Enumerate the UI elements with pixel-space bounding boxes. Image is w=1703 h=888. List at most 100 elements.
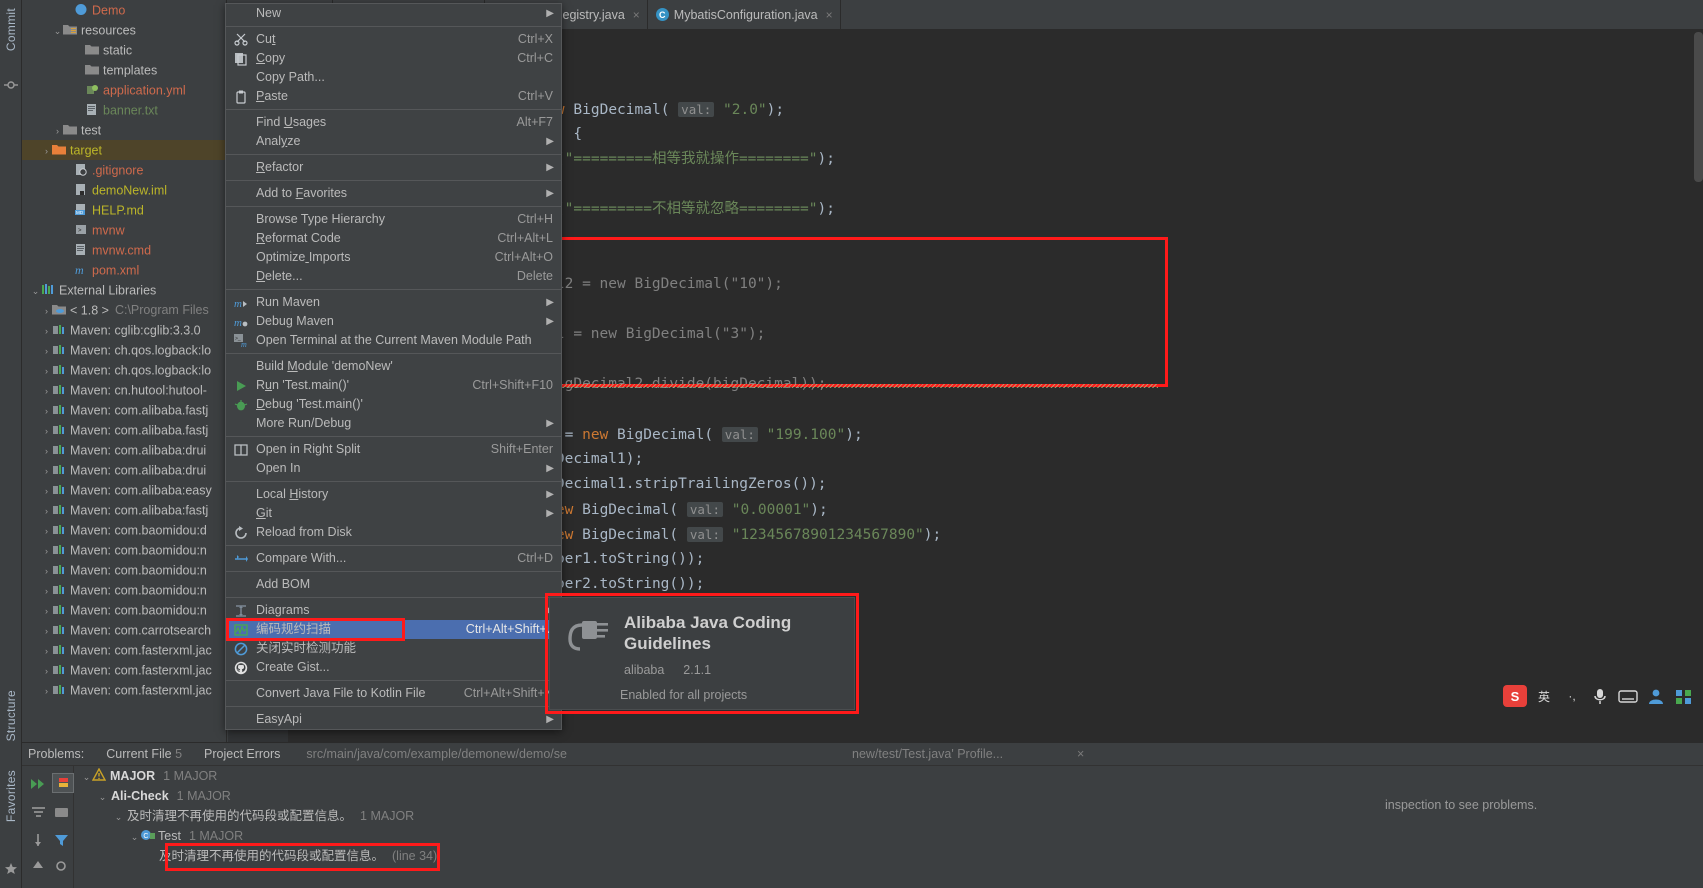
tree-item[interactable]: › Maven: com.alibaba.fastj xyxy=(22,400,226,420)
menu-item[interactable]: Reformat Code Ctrl+Alt+L xyxy=(226,229,561,248)
menu-item[interactable]: Run 'Test.main()' Ctrl+Shift+F10 xyxy=(226,376,561,395)
menu-item[interactable]: EasyApi ▶ xyxy=(226,710,561,729)
tree-expand-arrow[interactable]: › xyxy=(41,381,52,400)
tree-expand-arrow[interactable]: ⌄ xyxy=(30,281,41,300)
tree-item[interactable]: › Maven: com.fasterxml.jac xyxy=(22,680,226,700)
tree-item[interactable]: › Maven: com.baomidou:n xyxy=(22,540,226,560)
problem-expand-arrow[interactable]: ⌄ xyxy=(113,807,124,827)
menu-item[interactable]: Diagrams▶ xyxy=(226,601,561,620)
menu-item[interactable]: Add to Favorites ▶ xyxy=(226,184,561,203)
tree-expand-arrow[interactable]: › xyxy=(41,521,52,540)
menu-item[interactable]: Build Module 'demoNew' xyxy=(226,357,561,376)
tree-item[interactable]: › Maven: ch.qos.logback:lo xyxy=(22,360,226,380)
tree-item[interactable]: ⌄ External Libraries xyxy=(22,280,226,300)
tree-expand-arrow[interactable]: › xyxy=(41,541,52,560)
menu-item[interactable]: Reload from Disk xyxy=(226,523,561,542)
tree-item[interactable]: › Maven: com.baomidou:n xyxy=(22,560,226,580)
tree-item[interactable]: › Maven: com.baomidou:n xyxy=(22,600,226,620)
rail-commit-label[interactable]: Commit xyxy=(4,8,18,51)
problem-expand-arrow[interactable]: ⌄ xyxy=(97,787,108,807)
prev-problem-icon[interactable] xyxy=(30,858,47,875)
tree-item[interactable]: templates xyxy=(22,60,226,80)
tab-project-errors[interactable]: Project Errors xyxy=(204,743,280,766)
project-tool-window[interactable]: Demo ⌄ resources static templates application… xyxy=(22,0,227,742)
problem-expand-arrow[interactable]: ⌄ xyxy=(129,827,140,847)
tree-expand-arrow[interactable]: › xyxy=(41,421,52,440)
tree-item[interactable]: › Maven: com.alibaba:drui xyxy=(22,460,226,480)
menu-item[interactable]: Browse Type Hierarchy Ctrl+H xyxy=(226,210,561,229)
tree-item[interactable]: demoNew.iml xyxy=(22,180,226,200)
tree-item[interactable]: application.yml xyxy=(22,80,226,100)
collapse-all-icon[interactable] xyxy=(30,804,47,821)
file-context-menu[interactable]: New ▶ Cut Ctrl+X Copy Ctrl+C Copy Path... Paste… xyxy=(225,3,562,730)
tree-expand-arrow[interactable]: › xyxy=(41,461,52,480)
menu-item[interactable]: Paste Ctrl+V xyxy=(226,87,561,106)
tree-item[interactable]: > mvnw xyxy=(22,220,226,240)
menu-item[interactable]: Copy Ctrl+C xyxy=(226,49,561,68)
apps-icon[interactable] xyxy=(1673,686,1695,706)
group-by-folder-icon[interactable] xyxy=(53,804,70,821)
tree-expand-arrow[interactable]: › xyxy=(41,581,52,600)
ime-toolbar[interactable]: S 英 ·, xyxy=(1503,685,1695,707)
ime-punctuation-button[interactable]: ·, xyxy=(1561,686,1583,706)
menu-item[interactable]: Copy Path... xyxy=(226,68,561,87)
problems-toolbar[interactable] xyxy=(22,766,74,888)
tree-expand-arrow[interactable]: › xyxy=(41,401,52,420)
tree-item[interactable]: › Maven: com.fasterxml.jac xyxy=(22,660,226,680)
person-icon[interactable] xyxy=(1645,686,1667,706)
keyboard-icon[interactable] xyxy=(1617,686,1639,706)
problem-row[interactable]: ⌄ MAJOR 1 MAJOR xyxy=(75,766,1383,786)
menu-item[interactable]: Delete... Delete xyxy=(226,267,561,286)
tree-expand-arrow[interactable]: › xyxy=(41,621,52,640)
tree-item[interactable]: › Maven: com.alibaba.fastj xyxy=(22,420,226,440)
menu-item[interactable]: m Debug Maven ▶ xyxy=(226,312,561,331)
tree-expand-arrow[interactable]: › xyxy=(41,361,52,380)
tree-expand-arrow[interactable]: › xyxy=(41,501,52,520)
menu-item[interactable]: Create Gist... xyxy=(226,658,561,677)
tree-expand-arrow[interactable]: › xyxy=(41,681,52,700)
menu-item[interactable]: More Run/Debug ▶ xyxy=(226,414,561,433)
menu-item[interactable]: Find Usages Alt+F7 xyxy=(226,113,561,132)
tree-expand-arrow[interactable]: › xyxy=(41,561,52,580)
menu-item[interactable]: 编码规约扫描 Ctrl+Alt+Shift+J xyxy=(226,620,561,639)
tree-item[interactable]: › Maven: com.baomidou:n xyxy=(22,580,226,600)
tree-item[interactable]: static xyxy=(22,40,226,60)
tree-item[interactable]: › Maven: cn.hutool:hutool- xyxy=(22,380,226,400)
tree-item[interactable]: › Maven: com.carrotsearch xyxy=(22,620,226,640)
toggle-inspection-icon[interactable] xyxy=(52,773,74,793)
settings-icon[interactable] xyxy=(53,858,70,875)
tree-item[interactable]: ⌄ resources xyxy=(22,20,226,40)
menu-item[interactable]: Local History ▶ xyxy=(226,485,561,504)
tree-item[interactable]: mvnw.cmd xyxy=(22,240,226,260)
problem-row[interactable]: ⌄ 及时清理不再使用的代码段或配置信息。 1 MAJOR xyxy=(75,806,1383,826)
menu-item[interactable]: Analyze ▶ xyxy=(226,132,561,151)
tree-item[interactable]: › Maven: com.alibaba:easy xyxy=(22,480,226,500)
tree-item[interactable]: .gitignore xyxy=(22,160,226,180)
ime-language-button[interactable]: 英 xyxy=(1533,686,1555,706)
tree-item[interactable]: m pom.xml xyxy=(22,260,226,280)
menu-item[interactable]: Open in Right Split Shift+Enter xyxy=(226,440,561,459)
tree-item[interactable]: › Maven: cglib:cglib:3.3.0 xyxy=(22,320,226,340)
menu-item[interactable]: Debug 'Test.main()' xyxy=(226,395,561,414)
tree-item[interactable]: › test xyxy=(22,120,226,140)
tree-expand-arrow[interactable]: › xyxy=(41,321,52,340)
tree-item[interactable]: › Maven: com.baomidou:d xyxy=(22,520,226,540)
menu-item[interactable]: Git ▶ xyxy=(226,504,561,523)
tree-expand-arrow[interactable]: › xyxy=(41,141,52,160)
menu-item[interactable]: Compare With... Ctrl+D xyxy=(226,549,561,568)
tab-close-icon[interactable]: × xyxy=(633,8,640,22)
menu-item[interactable]: Convert Java File to Kotlin File Ctrl+Alt… xyxy=(226,684,561,703)
filter-icon[interactable] xyxy=(53,832,70,849)
tree-expand-arrow[interactable]: › xyxy=(41,301,52,320)
tree-item[interactable]: › Maven: com.alibaba:fastj xyxy=(22,500,226,520)
problem-expand-arrow[interactable]: ⌄ xyxy=(81,767,92,787)
tree-item[interactable]: › < 1.8 > C:\Program Files xyxy=(22,300,226,320)
menu-item[interactable]: Add BOM xyxy=(226,575,561,594)
tree-expand-arrow[interactable]: › xyxy=(41,341,52,360)
menu-item[interactable]: m Run Maven ▶ xyxy=(226,293,561,312)
menu-item[interactable]: Open In ▶ xyxy=(226,459,561,478)
mic-icon[interactable] xyxy=(1589,686,1611,706)
tree-item[interactable]: › Maven: ch.qos.logback:lo xyxy=(22,340,226,360)
tree-item[interactable]: › target xyxy=(22,140,226,160)
rail-favorites-label[interactable]: Favorites xyxy=(4,770,18,822)
